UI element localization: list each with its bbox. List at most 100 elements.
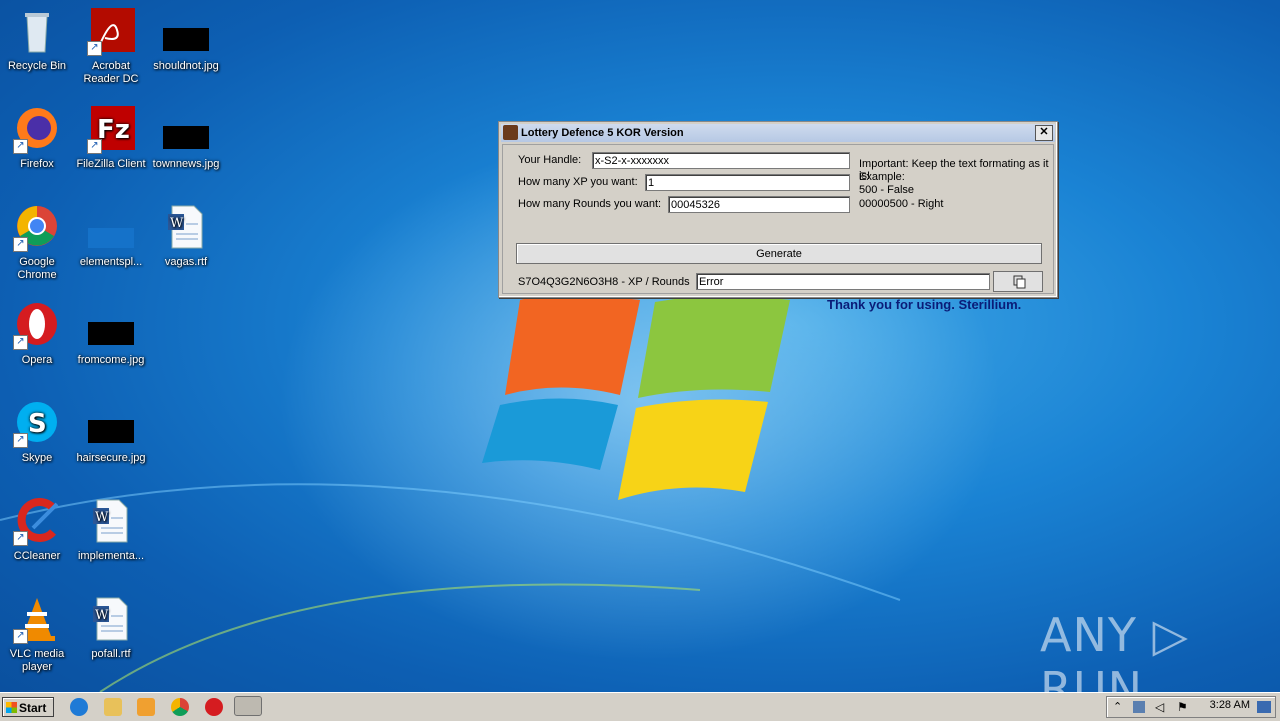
result-output[interactable]: Error <box>696 273 990 290</box>
shortcut-arrow-icon: ↗ <box>13 433 28 448</box>
vlc-image: ↗ <box>13 596 61 644</box>
desktop-icon-label: Google Chrome <box>17 256 57 281</box>
vlc-player-icon[interactable]: ↗ VLC media player <box>0 596 74 674</box>
opera-taskbar-icon[interactable] <box>205 698 223 716</box>
lottery-app-taskbar-button[interactable] <box>234 696 262 716</box>
shortcut-arrow-icon: ↗ <box>13 139 28 154</box>
vagas-rtf-icon[interactable]: W vagas.rtf <box>149 204 223 269</box>
system-tray: ⌃ ◁ ⚑ <box>1106 696 1276 718</box>
network-icon[interactable] <box>1133 701 1145 713</box>
image-thumbnail <box>162 106 210 154</box>
note-example: Example: <box>859 171 905 183</box>
volume-icon[interactable]: ◁ <box>1155 700 1164 714</box>
skype-image: S ↗ <box>13 400 61 448</box>
recycle-bin-icon[interactable]: Recycle Bin <box>0 8 74 73</box>
desktop-icon-label: pofall.rtf <box>91 648 131 660</box>
word-doc-image: W <box>162 204 210 252</box>
word-doc-image: W <box>87 596 135 644</box>
dialog-panel: Your Handle: x-S2-x-xxxxxxx How many XP … <box>502 144 1054 312</box>
desktop-icon-label: shouldnot.jpg <box>153 60 219 72</box>
chrome-taskbar-icon[interactable] <box>171 698 189 716</box>
app-icon <box>503 125 518 140</box>
start-label: Start <box>19 701 47 715</box>
desktop-icon-label: Recycle Bin <box>7 60 67 72</box>
media-player-icon[interactable] <box>137 698 155 716</box>
lottery-defence-dialog: Lottery Defence 5 KOR Version ✕ Your Han… <box>498 121 1058 312</box>
skype-icon[interactable]: S ↗ Skype <box>0 400 74 465</box>
opera-image: ↗ <box>13 302 61 350</box>
svg-text:W: W <box>170 216 184 231</box>
svg-text:W: W <box>95 608 109 623</box>
rounds-label: How many Rounds you want: <box>518 198 662 210</box>
desktop-icon-label: VLC media player <box>9 648 65 673</box>
shortcut-arrow-icon: ↗ <box>13 237 28 252</box>
image-thumbnail <box>162 8 210 56</box>
xp-input[interactable]: 1 <box>645 174 850 191</box>
desktop-icon-label: elementspl... <box>79 256 143 268</box>
copy-button[interactable] <box>993 271 1043 292</box>
taskbar-clock[interactable]: 3:28 AM <box>1210 699 1250 711</box>
dialog-title: Lottery Defence 5 KOR Version <box>521 127 684 139</box>
desktop-icon-label: Firefox <box>20 158 54 170</box>
file-explorer-icon[interactable] <box>104 698 122 716</box>
show-desktop-icon[interactable] <box>1257 701 1271 713</box>
elementspl-icon[interactable]: elementspl... <box>74 204 148 269</box>
copy-icon <box>1013 275 1026 289</box>
dialog-titlebar[interactable]: Lottery Defence 5 KOR Version ✕ <box>501 124 1055 142</box>
note-false: 500 - False <box>859 184 915 196</box>
image-thumbnail <box>87 302 135 350</box>
action-center-flag-icon[interactable]: ⚑ <box>1177 700 1188 714</box>
image-thumbnail <box>87 400 135 448</box>
shortcut-arrow-icon: ↗ <box>13 629 28 644</box>
internet-explorer-icon[interactable] <box>70 698 88 716</box>
image-thumbnail <box>87 204 135 252</box>
svg-text:W: W <box>95 510 109 525</box>
filezilla-image: Fz ↗ <box>87 106 135 154</box>
acrobat-reader-icon[interactable]: ↗ Acrobat Reader DC <box>74 8 148 86</box>
chrome-image: ↗ <box>13 204 61 252</box>
desktop-icon-label: hairsecure.jpg <box>76 452 146 464</box>
code-label: S7O4Q3G2N6O3H8 - XP / Rounds <box>518 276 690 288</box>
shortcut-arrow-icon: ↗ <box>13 335 28 350</box>
handle-input[interactable]: x-S2-x-xxxxxxx <box>592 152 850 169</box>
thanks-text: Thank you for using. Sterillium. <box>827 297 1022 312</box>
rounds-input[interactable]: 00045326 <box>668 196 850 213</box>
note-right: 00000500 - Right <box>859 198 944 210</box>
word-doc-image: W <box>87 498 135 546</box>
ccleaner-image: ↗ <box>13 498 61 546</box>
windows-logo-icon <box>6 702 17 713</box>
filezilla-icon[interactable]: Fz ↗ FileZilla Client <box>74 106 148 171</box>
generate-button[interactable]: Generate <box>516 243 1042 264</box>
acrobat-image: ↗ <box>87 8 135 56</box>
shouldnot-jpg-icon[interactable]: shouldnot.jpg <box>149 8 223 73</box>
desktop-icon-label: townnews.jpg <box>152 158 220 170</box>
xp-label: How many XP you want: <box>518 176 638 188</box>
hairsecure-jpg-icon[interactable]: hairsecure.jpg <box>74 400 148 465</box>
start-button[interactable]: Start <box>2 697 54 717</box>
svg-text:S: S <box>28 409 47 439</box>
desktop-icon-label: CCleaner <box>13 550 61 562</box>
desktop-icon-label: vagas.rtf <box>164 256 208 268</box>
townnews-jpg-icon[interactable]: townnews.jpg <box>149 106 223 171</box>
desktop-icon-label: implementa... <box>77 550 145 562</box>
handle-label: Your Handle: <box>518 154 582 166</box>
desktop-icon-label: fromcome.jpg <box>77 354 145 366</box>
desktop-wallpaper <box>0 140 1000 692</box>
fromcome-jpg-icon[interactable]: fromcome.jpg <box>74 302 148 367</box>
shortcut-arrow-icon: ↗ <box>13 531 28 546</box>
implementa-icon[interactable]: W implementa... <box>74 498 148 563</box>
shortcut-arrow-icon: ↗ <box>87 139 102 154</box>
shortcut-arrow-icon: ↗ <box>87 41 102 56</box>
desktop-icon-label: FileZilla Client <box>76 158 146 170</box>
desktop-icon-label: Skype <box>21 452 53 464</box>
pofall-rtf-icon[interactable]: W pofall.rtf <box>74 596 148 661</box>
close-button[interactable]: ✕ <box>1035 125 1053 141</box>
google-chrome-icon[interactable]: ↗ Google Chrome <box>0 204 74 282</box>
desktop-icon-label: Opera <box>21 354 53 366</box>
recycle-bin-image <box>13 8 61 56</box>
show-hidden-icons-icon[interactable]: ⌃ <box>1113 700 1122 713</box>
firefox-image: ↗ <box>13 106 61 154</box>
firefox-icon[interactable]: ↗ Firefox <box>0 106 74 171</box>
opera-icon[interactable]: ↗ Opera <box>0 302 74 367</box>
ccleaner-icon[interactable]: ↗ CCleaner <box>0 498 74 563</box>
